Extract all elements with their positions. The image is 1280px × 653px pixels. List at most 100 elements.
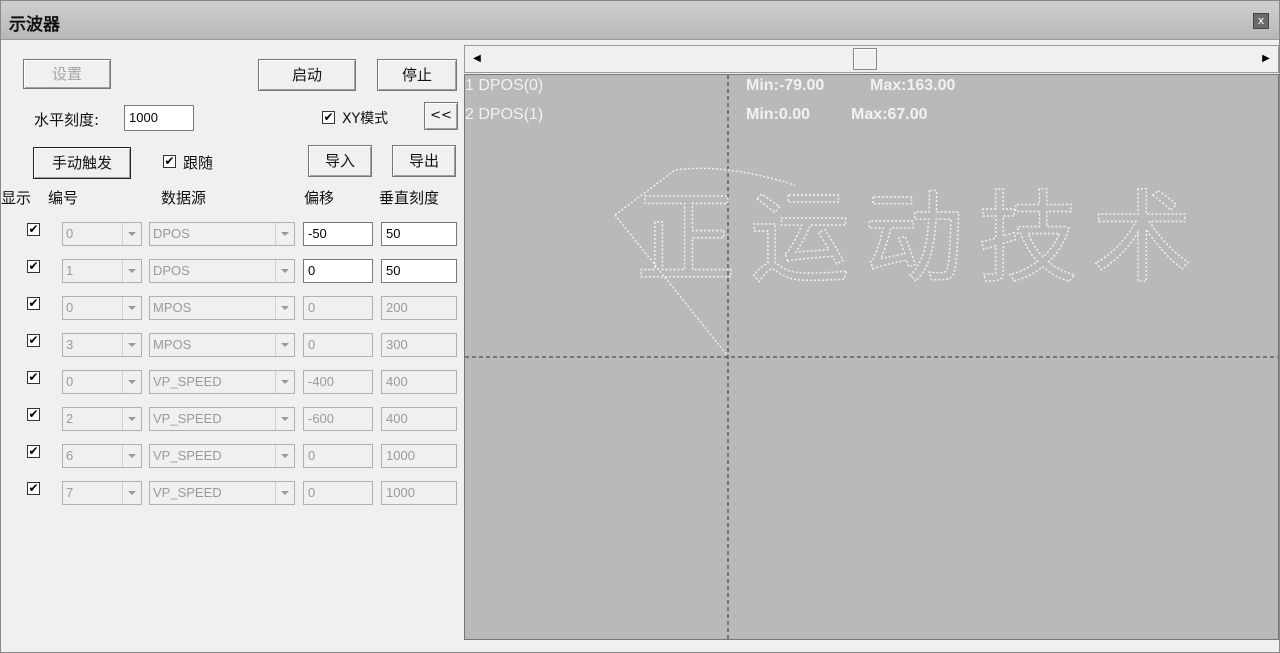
- source-value: DPOS: [153, 226, 190, 241]
- show-checkbox[interactable]: ✔: [27, 445, 40, 458]
- number-select[interactable]: 3: [62, 333, 142, 357]
- chevron-down-icon[interactable]: [275, 260, 294, 282]
- window-title: 示波器: [9, 15, 60, 35]
- chevron-down-icon[interactable]: [122, 334, 141, 356]
- header-vertical-scale: 垂直刻度: [379, 189, 440, 207]
- number-select[interactable]: 0: [62, 370, 142, 394]
- stop-button[interactable]: 停止: [377, 59, 457, 91]
- chevron-down-icon[interactable]: [122, 223, 141, 245]
- source-select[interactable]: VP_SPEED: [149, 370, 295, 394]
- scrollbar-thumb[interactable]: [853, 48, 877, 70]
- source-select[interactable]: DPOS: [149, 259, 295, 283]
- follow-label: 跟随: [183, 154, 214, 172]
- number-value: 2: [66, 411, 74, 426]
- follow-checkbox[interactable]: ✔: [163, 155, 176, 168]
- horizontal-scale-input[interactable]: 1000: [124, 105, 194, 131]
- chevron-down-icon[interactable]: [275, 408, 294, 430]
- scroll-right-icon[interactable]: ▶: [1256, 48, 1276, 70]
- show-checkbox[interactable]: ✔: [27, 223, 40, 236]
- check-icon: ✔: [28, 407, 39, 421]
- vertical-scale-input[interactable]: 400: [381, 407, 457, 431]
- close-button[interactable]: x: [1253, 13, 1269, 29]
- number-select[interactable]: 7: [62, 481, 142, 505]
- offset-input[interactable]: -50: [303, 222, 373, 246]
- header-offset: 偏移: [304, 189, 335, 207]
- source-value: VP_SPEED: [153, 374, 222, 389]
- chevron-down-icon[interactable]: [275, 223, 294, 245]
- horizontal-scrollbar[interactable]: ◀ ▶: [464, 45, 1279, 73]
- number-select[interactable]: 0: [62, 296, 142, 320]
- source-select[interactable]: VP_SPEED: [149, 444, 295, 468]
- number-select[interactable]: 6: [62, 444, 142, 468]
- source-select[interactable]: VP_SPEED: [149, 407, 295, 431]
- show-checkbox[interactable]: ✔: [27, 371, 40, 384]
- plot-area[interactable]: 正运动技术 1 DPOS(0) Min:-79.00 Max:163.00 2 …: [464, 74, 1279, 640]
- vertical-scale-input[interactable]: 1000: [381, 444, 457, 468]
- manual-trigger-button[interactable]: 手动触发: [33, 147, 131, 179]
- offset-input[interactable]: 0: [303, 296, 373, 320]
- number-select[interactable]: 2: [62, 407, 142, 431]
- chevron-down-icon[interactable]: [122, 371, 141, 393]
- export-button[interactable]: 导出: [392, 145, 456, 177]
- vertical-scale-input[interactable]: 200: [381, 296, 457, 320]
- header-source: 数据源: [161, 189, 207, 207]
- number-value: 0: [66, 226, 74, 241]
- chevron-down-icon[interactable]: [275, 482, 294, 504]
- number-value: 6: [66, 448, 74, 463]
- source-select[interactable]: VP_SPEED: [149, 481, 295, 505]
- offset-input[interactable]: 0: [303, 444, 373, 468]
- vertical-scale-input[interactable]: 400: [381, 370, 457, 394]
- import-button[interactable]: 导入: [308, 145, 372, 177]
- check-icon: ✔: [28, 296, 39, 310]
- vertical-scale-input[interactable]: 50: [381, 222, 457, 246]
- offset-input[interactable]: 0: [303, 259, 373, 283]
- number-select[interactable]: 1: [62, 259, 142, 283]
- number-value: 1: [66, 263, 74, 278]
- scroll-left-icon[interactable]: ◀: [467, 48, 487, 70]
- chevron-down-icon[interactable]: [275, 297, 294, 319]
- xy-mode-checkbox[interactable]: ✔: [322, 111, 335, 124]
- source-value: MPOS: [153, 300, 192, 315]
- chevron-down-icon[interactable]: [122, 408, 141, 430]
- offset-input[interactable]: -600: [303, 407, 373, 431]
- check-icon: ✔: [28, 481, 39, 495]
- chevron-down-icon[interactable]: [275, 371, 294, 393]
- collapse-button[interactable]: <<: [424, 102, 458, 130]
- source-select[interactable]: MPOS: [149, 296, 295, 320]
- settings-panel: 设置 启动 停止 水平刻度: 1000 ✔ XY模式 << 手动触发 ✔ 跟随 …: [1, 40, 463, 652]
- chevron-down-icon[interactable]: [122, 297, 141, 319]
- check-icon: ✔: [164, 154, 175, 168]
- chevron-down-icon[interactable]: [122, 260, 141, 282]
- vertical-scale-input[interactable]: 1000: [381, 481, 457, 505]
- header-show: 显示: [1, 189, 32, 207]
- source-select[interactable]: DPOS: [149, 222, 295, 246]
- number-select[interactable]: 0: [62, 222, 142, 246]
- chevron-down-icon[interactable]: [122, 482, 141, 504]
- header-number: 编号: [48, 189, 79, 207]
- start-button[interactable]: 启动: [258, 59, 356, 91]
- oscilloscope-window: 示波器 x 设置 启动 停止 水平刻度: 1000 ✔ XY模式 << 手动触发…: [0, 0, 1280, 653]
- channel-1-label: 1 DPOS(0): [465, 77, 544, 94]
- show-checkbox[interactable]: ✔: [27, 260, 40, 273]
- vertical-scale-input[interactable]: 300: [381, 333, 457, 357]
- show-checkbox[interactable]: ✔: [27, 482, 40, 495]
- chevron-down-icon[interactable]: [275, 334, 294, 356]
- number-value: 7: [66, 485, 74, 500]
- show-checkbox[interactable]: ✔: [27, 408, 40, 421]
- show-checkbox[interactable]: ✔: [27, 334, 40, 347]
- check-icon: ✔: [28, 370, 39, 384]
- vertical-scale-input[interactable]: 50: [381, 259, 457, 283]
- chevron-down-icon[interactable]: [122, 445, 141, 467]
- offset-input[interactable]: -400: [303, 370, 373, 394]
- source-value: DPOS: [153, 263, 190, 278]
- check-icon: ✔: [28, 259, 39, 273]
- show-checkbox[interactable]: ✔: [27, 297, 40, 310]
- check-icon: ✔: [28, 333, 39, 347]
- source-select[interactable]: MPOS: [149, 333, 295, 357]
- chevron-down-icon[interactable]: [275, 445, 294, 467]
- offset-input[interactable]: 0: [303, 481, 373, 505]
- channel-1-max: Max:163.00: [870, 77, 956, 94]
- settings-button[interactable]: 设置: [23, 59, 111, 89]
- offset-input[interactable]: 0: [303, 333, 373, 357]
- xy-mode-label: XY模式: [342, 111, 389, 127]
